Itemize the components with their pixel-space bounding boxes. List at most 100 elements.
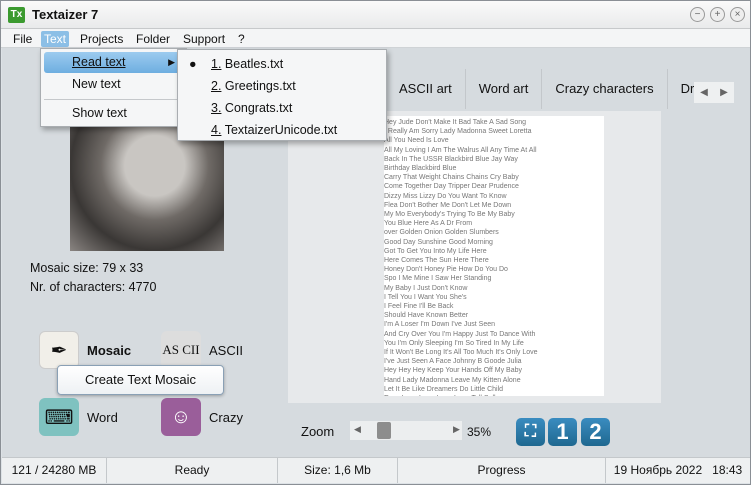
mosaic-text-line: Hand Lady Madonna Leave My Kitten Alone: [384, 376, 521, 384]
selected-bullet-icon: ●: [189, 57, 197, 71]
file-number: 3.: [211, 101, 222, 115]
mosaic-text-line: I'm A Loser I'm Down I've Just Seen: [384, 321, 496, 329]
submenu-file-item[interactable]: 3. Congrats.txt: [181, 98, 292, 119]
tab-word-art[interactable]: Word art: [466, 69, 543, 109]
tab-scroll: ◀ ▶: [694, 82, 734, 103]
mosaic-text-line: You Blue Here As A Dr From: [384, 220, 473, 228]
submenu-file-item[interactable]: ● 1. Beatles.txt: [181, 54, 283, 75]
mosaic-text-line: All You Need Is Love: [384, 137, 449, 145]
menu-help[interactable]: ?: [235, 31, 248, 47]
mosaic-text-line: And Cry Over You I'm Happy Just To Dance…: [384, 330, 536, 338]
slider-right-icon[interactable]: ▶: [453, 424, 460, 435]
view-2-button[interactable]: 2: [581, 418, 610, 446]
menu-item-new-text[interactable]: New text: [44, 74, 121, 95]
mosaic-text-line: Back In The USSR Blackbird Blue Jay Way: [384, 155, 518, 163]
char-count: Nr. of characters: 4770: [30, 280, 157, 294]
maximize-button[interactable]: +: [710, 7, 725, 22]
status-size: Size: 1,6 Mb: [278, 458, 398, 483]
zoom-slider[interactable]: [350, 421, 462, 440]
menu-text[interactable]: Text: [41, 31, 70, 47]
tab-scroll-left-icon[interactable]: ◀: [700, 87, 708, 98]
mosaic-text-line: Hey Jude Don't Make It Bad Take A Sad So…: [384, 119, 527, 126]
tab-scroll-right-icon[interactable]: ▶: [720, 87, 728, 98]
word-tool-button[interactable]: ⌨ Word: [39, 398, 118, 436]
submenu-file-item[interactable]: 4. TextaizerUnicode.txt: [181, 120, 337, 141]
crazy-tool-button[interactable]: ☺ Crazy: [161, 398, 243, 436]
close-button[interactable]: ×: [730, 7, 745, 22]
view-1-button[interactable]: 1: [548, 418, 577, 446]
mosaic-text-line: If It Won't Be Long It's All Too Much It…: [384, 349, 538, 357]
read-text-submenu: ● 1. Beatles.txt 2. Greetings.txt 3. Congra…: [177, 49, 387, 141]
menu-item-show-text[interactable]: Show text: [44, 103, 127, 124]
mosaic-tool-button[interactable]: ✒ Mosaic: [39, 331, 131, 369]
mosaic-size: Mosaic size: 79 x 33: [30, 261, 144, 275]
menu-folder[interactable]: Folder: [133, 31, 173, 47]
app-window: Tx Textaizer 7 − + × File Text Projects …: [0, 0, 751, 485]
menu-item-read-text[interactable]: Read text ▶: [44, 52, 183, 73]
window-title: Textaizer 7: [32, 7, 99, 22]
mosaic-text-line: Hey Hey Hey Keep Your Hands Off My Baby: [384, 367, 522, 375]
mosaic-text-line: Here Comes The Sun Here There: [384, 257, 489, 265]
zoom-slider-thumb[interactable]: [377, 422, 391, 439]
mosaic-text-line: Should Have Known Better: [384, 312, 469, 320]
mosaic-text-line: Spo I Me Mine I Saw Her Standing: [384, 275, 492, 283]
zoom-label: Zoom: [301, 424, 335, 439]
mosaic-text-line: I Feel Fine I'll Be Back: [384, 303, 454, 311]
ascii-tool-button[interactable]: AS CII ASCII: [161, 331, 243, 369]
tab-crazy-characters[interactable]: Crazy characters: [542, 69, 668, 109]
text-menu-dropdown: Read text ▶ New text Show text: [40, 48, 187, 127]
mosaic-text-line: You I'm Only Sleeping I'm So Tired In My…: [384, 339, 524, 347]
mosaic-text-line: Come Together Day Tripper Dear Prudence: [384, 183, 519, 191]
submenu-file-item[interactable]: 2. Greetings.txt: [181, 76, 296, 97]
grin-face-icon: ☺: [161, 398, 201, 436]
mosaic-text-line: Honey Don't Honey Pie How Do You Do: [384, 266, 508, 274]
pen-paper-icon: ✒: [39, 331, 79, 369]
tab-bar: ASCII art Word art Crazy characters Dr: [386, 69, 707, 109]
slider-left-icon[interactable]: ◀: [354, 424, 361, 435]
app-logo-icon: Tx: [8, 7, 25, 23]
file-name: Beatles.txt: [224, 57, 284, 71]
status-bar: 121 / 24280 MB Ready Size: 1,6 Mb Progre…: [2, 457, 750, 483]
tab-ascii-art[interactable]: ASCII art: [386, 69, 466, 109]
status-progress: Progress: [398, 458, 606, 483]
mosaic-text-line: My Baby I Just Don't Know: [384, 284, 468, 292]
status-state: Ready: [107, 458, 278, 483]
submenu-arrow-icon: ▶: [168, 57, 175, 67]
status-memory: 121 / 24280 MB: [2, 458, 107, 483]
text-mosaic-image: Hey Jude Don't Make It Bad Take A Sad So…: [384, 116, 604, 396]
fit-screen-button[interactable]: ⛶: [516, 418, 545, 446]
menu-projects[interactable]: Projects: [77, 31, 126, 47]
typewriter-icon: ⌨: [39, 398, 79, 436]
mosaic-text-line: Eyes Long Long Long Long Tall Sally: [384, 394, 604, 396]
minimize-button[interactable]: −: [690, 7, 705, 22]
file-number: 2.: [211, 79, 222, 93]
word-label: Word: [87, 409, 118, 425]
menu-divider: [44, 99, 183, 100]
mosaic-label: Mosaic: [87, 342, 132, 358]
title-bar: Tx Textaizer 7 − + ×: [1, 1, 750, 29]
mosaic-text-line: Flea Don't Bother Me Don't Let Me Down: [384, 201, 512, 209]
file-number: 1.: [211, 57, 222, 71]
crazy-label: Crazy: [209, 409, 243, 425]
mosaic-text-line: Dizzy Miss Lizzy Do You Want To Know: [384, 192, 507, 200]
mosaic-text-line: Good Day Sunshine Good Morning: [384, 238, 493, 246]
status-date: 19 Ноябрь 2022: [613, 463, 703, 477]
file-name: Congrats.txt: [224, 101, 293, 115]
ascii-icon: AS CII: [161, 331, 201, 369]
ascii-label: ASCII: [209, 342, 243, 358]
mosaic-text-line: I've Just Seen A Face Johnny B Goode Jul…: [384, 358, 522, 366]
menu-support[interactable]: Support: [180, 31, 228, 47]
mosaic-text-line: My Mo Everybody's Trying To Be My Baby: [384, 211, 515, 219]
menu-bar: File Text Projects Folder Support ?: [1, 29, 750, 48]
file-name: TextaizerUnicode.txt: [224, 123, 338, 137]
mosaic-text-line: Got To Get You Into My Life Here: [384, 247, 487, 255]
menu-file[interactable]: File: [10, 31, 35, 47]
tooltip: Create Text Mosaic: [57, 365, 224, 395]
mosaic-text-line: I Tell You I Want You She's: [384, 293, 467, 301]
mosaic-text-line: I Really Am Sorry Lady Madonna Sweet Lor…: [384, 128, 532, 136]
mosaic-text-line: Carry That Weight Chains Chains Cry Baby: [384, 174, 519, 182]
mosaic-text-line: over Golden Onion Golden Slumbers: [384, 229, 499, 237]
mosaic-text-line: All My Loving I Am The Walrus All Any Ti…: [384, 146, 537, 154]
status-time: 18:43: [712, 463, 743, 477]
read-text-label: Read text: [72, 55, 126, 69]
